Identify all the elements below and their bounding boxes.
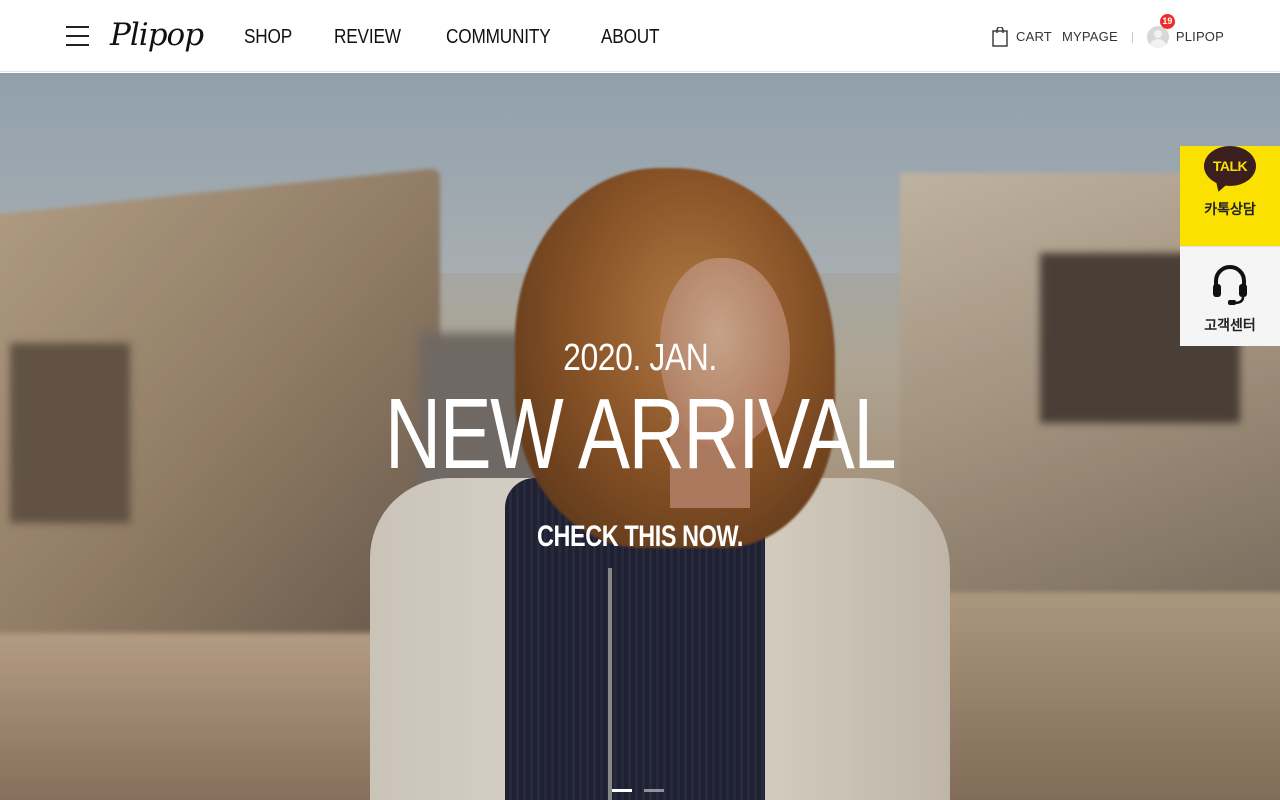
user-name-link[interactable]: PLIPOP [1176, 22, 1224, 52]
nav-item-about[interactable]: ABOUT [601, 22, 660, 52]
menu-bar [66, 35, 89, 37]
slide-indicator-1[interactable] [612, 789, 632, 792]
utility-menu: CART MYPAGE 19 PLIPOP [992, 14, 1224, 52]
kakao-talk-icon: TALK [1204, 146, 1256, 186]
nav-item-community[interactable]: COMMUNITY [446, 22, 551, 52]
kakao-talk-button[interactable]: TALK 카톡상담 [1180, 146, 1280, 246]
hamburger-menu-icon[interactable] [66, 26, 89, 46]
kakao-talk-label: 카톡상담 [1204, 202, 1256, 218]
hero-date: 2020. JAN. [563, 337, 717, 379]
slide-indicator-2[interactable] [644, 789, 664, 792]
main-nav: SHOP REVIEW COMMUNITY ABOUT [244, 22, 703, 52]
mypage-link[interactable]: MYPAGE [1062, 22, 1118, 52]
quick-contact-panel: TALK 카톡상담 고객센터 [1180, 128, 1280, 346]
hero-copy: 2020. JAN. NEW ARRIVAL CHECK THIS NOW. [0, 73, 1280, 800]
menu-bar [66, 44, 89, 46]
hero-banner[interactable]: 2020. JAN. NEW ARRIVAL CHECK THIS NOW. [0, 73, 1280, 800]
user-avatar-icon [1146, 26, 1169, 48]
site-logo[interactable]: Plipop [110, 12, 204, 58]
site-header: Plipop SHOP REVIEW COMMUNITY ABOUT CART … [0, 0, 1280, 72]
cart-link[interactable]: CART [1016, 22, 1052, 52]
divider [1131, 31, 1133, 43]
hero-cta-link[interactable]: CHECK THIS NOW. [141, 519, 1139, 555]
user-profile[interactable]: 19 PLIPOP [1146, 14, 1224, 52]
nav-item-shop[interactable]: SHOP [244, 22, 292, 52]
notification-badge: 19 [1159, 14, 1175, 29]
menu-bar [66, 26, 89, 28]
nav-item-review[interactable]: REVIEW [334, 22, 401, 52]
shopping-bag-icon[interactable] [992, 27, 1008, 47]
customer-center-button[interactable]: 고객센터 [1180, 246, 1280, 346]
hero-title: NEW ARRIVAL [384, 378, 897, 490]
headset-icon [1213, 265, 1247, 305]
slider-pagination [612, 789, 676, 792]
customer-center-label: 고객센터 [1204, 318, 1256, 334]
